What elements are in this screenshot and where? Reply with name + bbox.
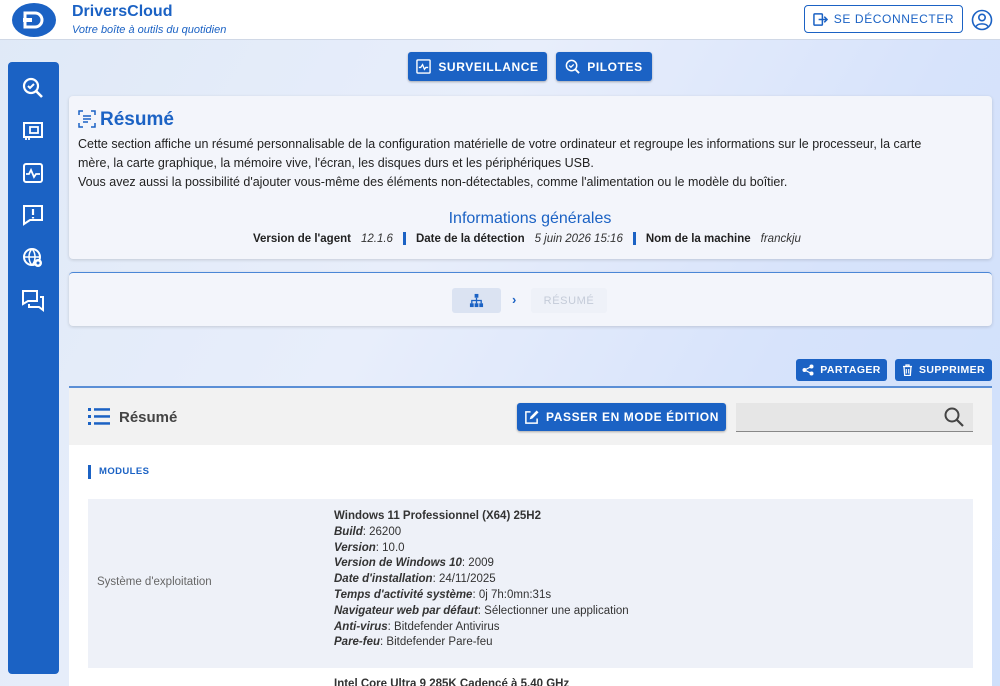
delete-button[interactable]: SUPPRIMER bbox=[895, 359, 992, 381]
os-detail-line: Anti-virus: Bitdefender Antivirus bbox=[334, 620, 629, 636]
monitoring-icon[interactable] bbox=[21, 161, 45, 185]
detail-value: : 24/11/2025 bbox=[432, 573, 496, 586]
detail-key: Pare-feu bbox=[334, 636, 381, 649]
os-detail-line: Version: 10.0 bbox=[334, 541, 629, 557]
pilotes-button[interactable]: PILOTES bbox=[556, 52, 652, 81]
panel-title: Résumé bbox=[119, 409, 178, 426]
brand-tagline: Votre boîte à outils du quotidien bbox=[72, 24, 227, 36]
search-input[interactable] bbox=[736, 403, 936, 431]
logout-label: SE DÉCONNECTER bbox=[833, 12, 955, 26]
detail-value: : 2009 bbox=[461, 557, 494, 570]
general-info-row: Version de l'agent 12.1.6 Date de la dét… bbox=[253, 232, 801, 245]
user-account-icon[interactable] bbox=[971, 9, 993, 31]
surveillance-button[interactable]: SURVEILLANCE bbox=[408, 52, 547, 81]
os-detail-line: Navigateur web par défaut: Sélectionner … bbox=[334, 604, 629, 620]
search-field[interactable] bbox=[736, 403, 973, 432]
driverscloud-logo[interactable] bbox=[12, 3, 56, 37]
separator bbox=[402, 232, 406, 245]
share-icon bbox=[802, 364, 814, 376]
search-check-icon bbox=[565, 59, 580, 74]
brand-name[interactable]: DriversCloud bbox=[72, 3, 172, 21]
machine-name-label: Nom de la machine bbox=[645, 232, 751, 245]
separator bbox=[632, 232, 636, 245]
detail-value: : Sélectionner une application bbox=[477, 604, 629, 617]
detection-date-value: 5 juin 2026 15:16 bbox=[534, 232, 623, 245]
agent-version-label: Version de l'agent bbox=[253, 232, 351, 245]
edit-mode-label: PASSER EN MODE ÉDITION bbox=[546, 410, 719, 424]
general-info-title: Informations générales bbox=[448, 210, 612, 227]
pilotes-label: PILOTES bbox=[587, 59, 643, 74]
row-label-os: Système d'exploitation bbox=[97, 576, 212, 588]
edit-icon bbox=[525, 409, 539, 424]
os-detail-line: Temps d'activité système: 0j 7h:0mn:31s bbox=[334, 588, 629, 604]
edit-mode-button[interactable]: PASSER EN MODE ÉDITION bbox=[517, 403, 726, 431]
os-detail-line: Build: 26200 bbox=[334, 525, 629, 541]
document-summary-icon bbox=[78, 110, 96, 128]
search-icon[interactable] bbox=[943, 406, 965, 428]
chevron-right-icon: › bbox=[512, 292, 517, 307]
detail-key: Anti-virus bbox=[334, 620, 388, 633]
surveillance-label: SURVEILLANCE bbox=[438, 59, 539, 74]
detail-value: : Bitdefender Antivirus bbox=[387, 620, 500, 633]
settings-globe-icon[interactable] bbox=[21, 246, 45, 270]
search-analysis-icon[interactable] bbox=[21, 76, 45, 100]
detail-value: : 26200 bbox=[362, 525, 402, 538]
summary-description: Cette section affiche un résumé personna… bbox=[78, 135, 988, 192]
description-line: mère, la carte graphique, la mémoire viv… bbox=[78, 156, 594, 170]
sidebar bbox=[8, 62, 59, 674]
detail-key: Version de Windows 10 bbox=[334, 557, 462, 570]
breadcrumb-current: RÉSUMÉ bbox=[531, 288, 607, 313]
cpu-name: Intel Core Ultra 9 285K Cadencé à 5,40 G… bbox=[334, 678, 570, 686]
detection-date-label: Date de la détection bbox=[415, 232, 525, 245]
os-details: Windows 11 Professionnel (X64) 25H2 Buil… bbox=[334, 509, 629, 651]
share-button[interactable]: PARTAGER bbox=[796, 359, 887, 381]
machine-name-value: franckju bbox=[760, 232, 801, 245]
logout-icon bbox=[812, 12, 828, 26]
description-line: Vous avez aussi la possibilité d'ajouter… bbox=[78, 175, 788, 189]
chat-icon[interactable] bbox=[21, 288, 45, 312]
delete-label: SUPPRIMER bbox=[918, 364, 986, 376]
detail-key: Version bbox=[334, 541, 376, 554]
detail-key: Build bbox=[334, 525, 363, 538]
trash-icon bbox=[902, 364, 912, 376]
hardware-card-icon[interactable] bbox=[21, 119, 45, 143]
os-detail-line: Date d'installation: 24/11/2025 bbox=[334, 572, 629, 588]
monitoring-icon bbox=[416, 59, 432, 74]
list-icon bbox=[88, 408, 110, 425]
share-label: PARTAGER bbox=[820, 364, 881, 376]
os-detail-line: Version de Windows 10: 2009 bbox=[334, 556, 629, 572]
detail-value: : Bitdefender Pare-feu bbox=[380, 636, 493, 649]
os-name: Windows 11 Professionnel (X64) 25H2 bbox=[334, 510, 541, 522]
detail-value: : 0j 7h:0mn:31s bbox=[472, 588, 552, 601]
agent-version-value: 12.1.6 bbox=[360, 232, 393, 245]
modules-section-label: MODULES bbox=[88, 465, 149, 479]
detail-key: Navigateur web par défaut bbox=[334, 604, 478, 617]
detail-key: Temps d'activité système bbox=[334, 588, 473, 601]
logout-button[interactable]: SE DÉCONNECTER bbox=[804, 5, 963, 33]
os-detail-line: Pare-feu: Bitdefender Pare-feu bbox=[334, 635, 629, 651]
breadcrumb-home[interactable] bbox=[452, 288, 501, 313]
description-line: Cette section affiche un résumé personna… bbox=[78, 137, 922, 151]
sitemap-icon bbox=[469, 293, 484, 308]
detail-value: : 10.0 bbox=[375, 541, 405, 554]
detail-key: Date d'installation bbox=[334, 573, 433, 586]
summary-title: Résumé bbox=[100, 109, 174, 130]
